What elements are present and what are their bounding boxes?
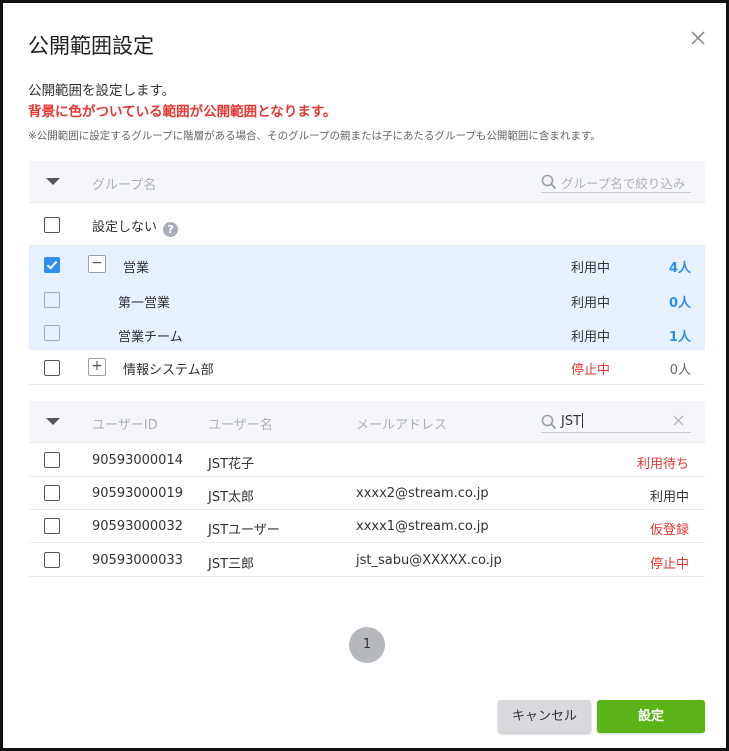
user-id: 90593000032 [92, 519, 183, 534]
user-id-header: ユーザーID [92, 418, 158, 433]
user-email: xxxx2@stream.co.jp [356, 486, 489, 501]
group-member-count[interactable]: 4人 [669, 257, 691, 276]
clear-icon[interactable] [672, 414, 685, 427]
group-member-count: 0人 [669, 363, 691, 378]
user-name: JST太郎 [208, 490, 255, 505]
user-row[interactable]: 90593000019 JST太郎 xxxx2@stream.co.jp 利用中 [29, 477, 705, 510]
user-id: 90593000033 [92, 553, 183, 568]
user-table-header: ユーザーID ユーザー名 メールアドレス JST [29, 401, 705, 443]
user-status: 利用中 [649, 490, 689, 505]
user-status: 停止中 [649, 557, 689, 572]
user-status: 仮登録 [649, 523, 689, 538]
group-status: 利用中 [571, 296, 611, 311]
group-filter-placeholder: グループ名で絞り込み [561, 176, 686, 191]
group-member-count[interactable]: 1人 [669, 326, 691, 345]
group-row-salesteam[interactable]: 営業チーム 利用中 1人 [29, 316, 705, 350]
search-icon [541, 414, 557, 430]
expand-toggle-icon[interactable]: + [88, 358, 106, 376]
group-table-header: グループ名 グループ名で絞り込み [29, 161, 705, 203]
email-header: メールアドレス [356, 418, 448, 433]
user-row[interactable]: 90593000014 JST花子 利用待ち [29, 444, 705, 477]
dialog-description: 公開範囲を設定します。 [28, 83, 176, 99]
group-checkbox-infosys[interactable] [44, 360, 60, 376]
user-email: jst_sabu@XXXXX.co.jp [356, 553, 502, 568]
collapse-toggle-icon[interactable]: − [88, 255, 106, 273]
user-checkbox[interactable] [44, 552, 60, 568]
collapse-all-icon[interactable] [46, 418, 60, 425]
user-row[interactable]: 90593000033 JST三郎 jst_sabu@XXXXX.co.jp 停… [29, 543, 705, 577]
user-id: 90593000014 [92, 453, 183, 468]
text-caret [582, 413, 584, 428]
group-name: 情報システム部 [123, 363, 214, 378]
group-row-sales[interactable]: − 営業 利用中 4人 [29, 246, 705, 282]
close-icon[interactable] [687, 27, 709, 49]
group-name: 第一営業 [118, 296, 171, 311]
dialog: 公開範囲設定 公開範囲を設定します。 背景に色がついている範囲が公開範囲となりま… [0, 0, 729, 751]
search-icon [541, 174, 557, 190]
user-checkbox[interactable] [44, 452, 60, 468]
page-1-button[interactable]: 1 [349, 627, 385, 663]
user-id: 90593000019 [92, 486, 183, 501]
group-checkbox-none[interactable] [44, 217, 60, 233]
group-checkbox-sales1[interactable] [44, 292, 60, 308]
cancel-button[interactable]: キャンセル [498, 700, 591, 733]
user-email: xxxx1@stream.co.jp [356, 519, 489, 534]
search-text: JST [561, 414, 582, 429]
group-row-label: 設定しない? [92, 216, 179, 237]
user-name: JST花子 [208, 457, 255, 472]
user-name: JST三郎 [208, 557, 255, 572]
dialog-warning: 背景に色がついている範囲が公開範囲となります。 [28, 104, 337, 120]
user-search-value[interactable]: JST [561, 413, 584, 429]
group-name-header: グループ名 [92, 178, 157, 193]
user-name: JSTユーザー [208, 523, 280, 538]
user-row[interactable]: 90593000032 JSTユーザー xxxx1@stream.co.jp 仮… [29, 510, 705, 543]
group-checkbox-salesteam[interactable] [44, 325, 60, 341]
help-icon[interactable]: ? [163, 222, 179, 237]
group-row-none[interactable]: 設定しない? [29, 204, 705, 246]
group-filter-input[interactable]: グループ名で絞り込み [541, 171, 691, 193]
group-name: 営業チーム [118, 330, 183, 345]
group-status: 停止中 [571, 363, 611, 378]
group-member-count[interactable]: 0人 [669, 292, 691, 311]
group-name: 営業 [123, 261, 150, 276]
user-name-header: ユーザー名 [208, 418, 273, 433]
dialog-note: ※公開範囲に設定するグループに階層がある場合、そのグループの親または子にあたるグ… [28, 130, 601, 142]
check-icon [46, 260, 58, 270]
group-status: 利用中 [571, 261, 611, 276]
ok-button[interactable]: 設定 [597, 700, 705, 733]
user-checkbox[interactable] [44, 485, 60, 501]
user-checkbox[interactable] [44, 518, 60, 534]
dialog-title: 公開範囲設定 [28, 34, 154, 58]
group-row-sales1[interactable]: 第一営業 利用中 0人 [29, 282, 705, 316]
user-status: 利用待ち [636, 457, 689, 472]
group-row-infosys[interactable]: + 情報システム部 停止中 0人 [29, 350, 705, 385]
group-name: 設定しない [92, 220, 158, 235]
collapse-all-icon[interactable] [46, 178, 60, 185]
user-search-input[interactable]: JST [541, 411, 691, 433]
group-checkbox-sales[interactable] [44, 257, 60, 273]
group-status: 利用中 [571, 330, 611, 345]
